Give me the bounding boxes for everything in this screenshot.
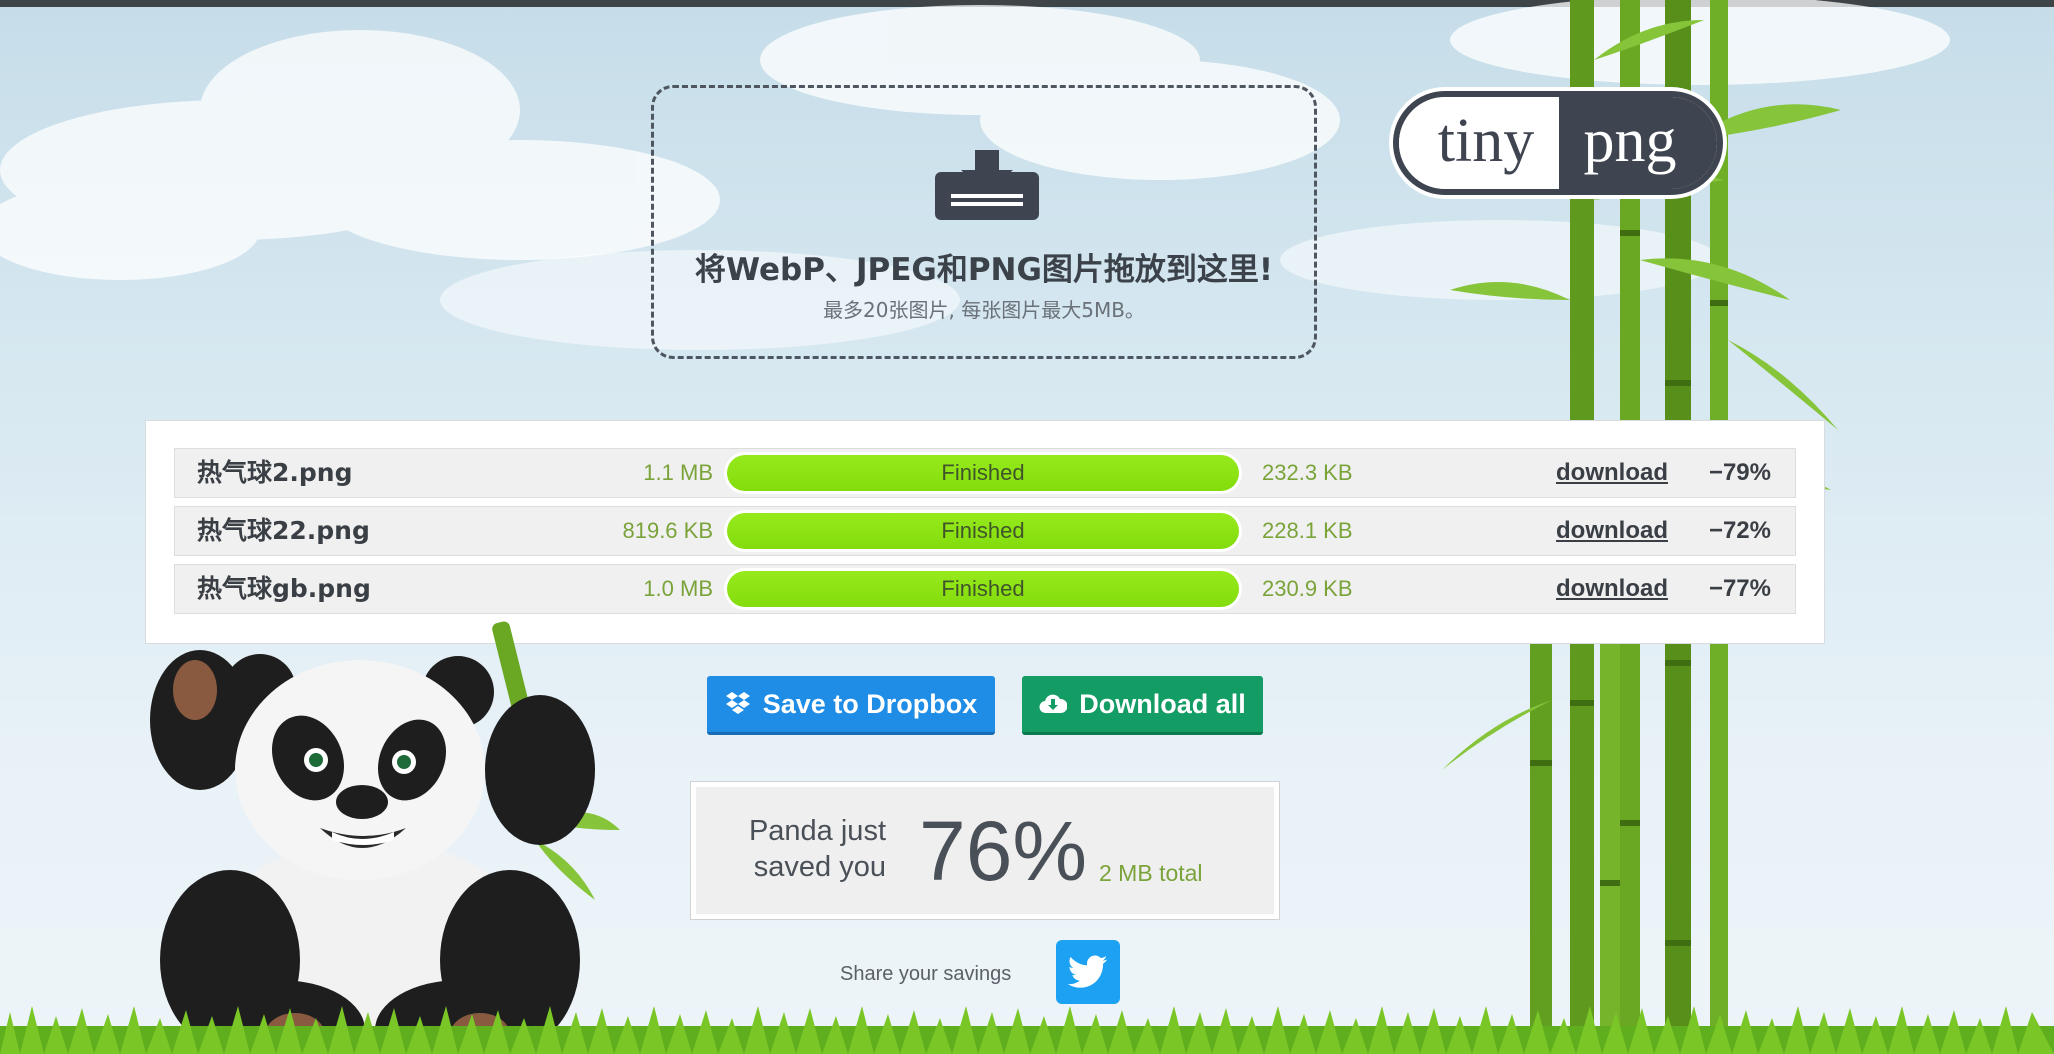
download-all-label: Download all — [1079, 688, 1246, 719]
dropbox-icon — [725, 692, 750, 714]
logo-tiny-text: tiny — [1399, 97, 1559, 189]
original-size: 1.0 MB — [643, 576, 713, 601]
download-link[interactable]: download — [1556, 507, 1668, 555]
file-row: 热气球2.png 1.1 MB Finished 232.3 KB downlo… — [174, 448, 1796, 498]
download-all-button[interactable]: Download all — [1022, 676, 1263, 735]
download-link[interactable]: download — [1556, 565, 1668, 613]
tinypng-logo[interactable]: tiny png — [1393, 91, 1723, 195]
original-size: 1.1 MB — [643, 460, 713, 485]
twitter-share-button[interactable] — [1056, 940, 1120, 1004]
cloud-download-icon — [1039, 694, 1068, 714]
original-size: 819.6 KB — [622, 518, 713, 543]
progress-fill: Finished — [727, 513, 1239, 549]
logo-png-text: png — [1559, 97, 1717, 189]
upload-dropzone[interactable]: 将WebP、JPEG和PNG图片拖放到这里! 最多20张图片, 每张图片最大5M… — [651, 85, 1317, 359]
savings-percent: −72% — [1708, 517, 1771, 544]
twitter-bird-icon — [1068, 955, 1108, 988]
compressed-size: 228.1 KB — [1262, 518, 1353, 543]
download-link[interactable]: download — [1556, 449, 1668, 497]
grass-decoration — [0, 1006, 2054, 1054]
file-name: 热气球2.png — [197, 458, 353, 487]
file-row: 热气球22.png 819.6 KB Finished 228.1 KB dow… — [174, 506, 1796, 556]
progress-bar: Finished — [724, 568, 1242, 610]
compressed-size: 230.9 KB — [1262, 576, 1353, 601]
save-to-dropbox-button[interactable]: Save to Dropbox — [707, 676, 995, 735]
progress-bar: Finished — [724, 452, 1242, 494]
summary-line-1: Panda just — [748, 815, 886, 847]
progress-bar: Finished — [724, 510, 1242, 552]
progress-fill: Finished — [727, 571, 1239, 607]
savings-summary: Panda just saved you 76% 2 MB total — [690, 781, 1280, 920]
summary-percent: 76% — [919, 804, 1088, 898]
savings-percent: −77% — [1708, 575, 1771, 602]
file-name: 热气球gb.png — [197, 574, 371, 603]
dropzone-subtitle: 最多20张图片, 每张图片最大5MB。 — [823, 298, 1145, 322]
progress-fill: Finished — [727, 455, 1239, 491]
compressed-size: 232.3 KB — [1262, 460, 1353, 485]
summary-line-2: saved you — [753, 851, 886, 883]
savings-percent: −79% — [1708, 459, 1771, 486]
file-name: 热气球22.png — [197, 516, 370, 545]
share-label: Share your savings — [840, 963, 1012, 985]
file-row: 热气球gb.png 1.0 MB Finished 230.9 KB downl… — [174, 564, 1796, 614]
save-to-dropbox-label: Save to Dropbox — [762, 688, 978, 719]
panda-mascot — [150, 621, 620, 1054]
dropzone-title: 将WebP、JPEG和PNG图片拖放到这里! — [694, 252, 1274, 288]
tray-download-icon — [935, 150, 1039, 220]
summary-total: 2 MB total — [1099, 860, 1203, 886]
